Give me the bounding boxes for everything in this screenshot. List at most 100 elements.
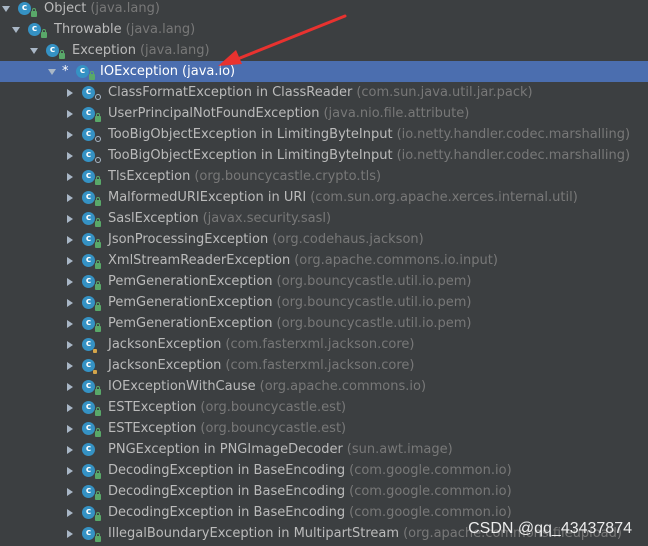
tree-node-child[interactable]: c IOExceptionWithCause (org.apache.commons… bbox=[0, 376, 648, 397]
collapse-arrow-icon[interactable] bbox=[64, 523, 76, 544]
node-package: (com.google.common.io) bbox=[349, 463, 512, 478]
node-package: (org.codehaus.jackson) bbox=[272, 232, 424, 247]
node-package: (org.bouncycastle.crypto.tls) bbox=[194, 169, 382, 184]
collapse-arrow-icon[interactable] bbox=[64, 250, 76, 271]
tree-node-child[interactable]: c UserPrincipalNotFoundException (java.nio… bbox=[0, 103, 648, 124]
collapse-arrow-icon[interactable] bbox=[64, 313, 76, 334]
node-name: IOException bbox=[100, 64, 179, 79]
tree-node-throwable[interactable]: c Throwable (java.lang) bbox=[0, 19, 648, 40]
class-icon: c bbox=[82, 379, 101, 395]
expand-arrow-icon[interactable] bbox=[10, 19, 22, 40]
class-icon: c bbox=[82, 127, 101, 143]
tree-node-child[interactable]: c ESTException (org.bouncycastle.est) bbox=[0, 397, 648, 418]
type-hierarchy-tree: c Object (java.lang) c Throwable (java.l… bbox=[0, 0, 648, 546]
collapse-arrow-icon[interactable] bbox=[64, 460, 76, 481]
node-name: PemGenerationException bbox=[108, 274, 273, 289]
node-name: ESTException bbox=[108, 400, 197, 415]
expand-arrow-icon[interactable] bbox=[0, 0, 12, 19]
node-package: (com.sun.java.util.jar.pack) bbox=[356, 85, 533, 100]
class-icon: c bbox=[82, 85, 101, 101]
node-name: TooBigObjectException in LimitingByteInp… bbox=[108, 127, 393, 142]
collapse-arrow-icon[interactable] bbox=[64, 187, 76, 208]
collapse-arrow-icon[interactable] bbox=[64, 355, 76, 376]
node-name: PemGenerationException bbox=[108, 295, 273, 310]
tree-node-child[interactable]: c PemGenerationException (org.bouncycastle… bbox=[0, 292, 648, 313]
tree-node-child[interactable]: c TlsException (org.bouncycastle.crypto.tl… bbox=[0, 166, 648, 187]
node-name: DecodingException in BaseEncoding bbox=[108, 463, 346, 478]
node-name: JsonProcessingException bbox=[108, 232, 269, 247]
collapse-arrow-icon[interactable] bbox=[64, 82, 76, 103]
node-package: (javax.security.sasl) bbox=[202, 211, 332, 226]
class-icon: c bbox=[82, 421, 101, 437]
tree-node-ioexception[interactable]: * c IOException (java.io) bbox=[0, 61, 648, 82]
class-icon: c bbox=[82, 148, 101, 164]
collapse-arrow-icon[interactable] bbox=[64, 145, 76, 166]
class-icon: c bbox=[82, 337, 98, 353]
node-name: TooBigObjectException in LimitingByteInp… bbox=[108, 148, 393, 163]
collapse-arrow-icon[interactable] bbox=[64, 124, 76, 145]
collapse-arrow-icon[interactable] bbox=[64, 334, 76, 355]
node-name: TlsException bbox=[108, 169, 191, 184]
tree-node-child[interactable]: c DecodingException in BaseEncoding (com.g… bbox=[0, 460, 648, 481]
collapse-arrow-icon[interactable] bbox=[64, 376, 76, 397]
node-name: IllegalBoundaryException in MultipartStr… bbox=[108, 526, 400, 541]
current-marker: * bbox=[62, 64, 69, 79]
class-icon: c bbox=[82, 169, 101, 185]
class-icon: c bbox=[82, 484, 101, 500]
node-package: (java.lang) bbox=[139, 43, 210, 58]
collapse-arrow-icon[interactable] bbox=[64, 439, 76, 460]
collapse-arrow-icon[interactable] bbox=[64, 103, 76, 124]
class-icon: c bbox=[82, 442, 98, 458]
collapse-arrow-icon[interactable] bbox=[64, 208, 76, 229]
node-name: JacksonException bbox=[108, 358, 222, 373]
class-icon: c bbox=[82, 463, 101, 479]
expand-arrow-icon[interactable] bbox=[28, 40, 40, 61]
expand-arrow-icon[interactable] bbox=[46, 61, 58, 82]
tree-node-child[interactable]: c MalformedURIException in URI (com.sun.or… bbox=[0, 187, 648, 208]
tree-node-child[interactable]: c PNGException in PNGImageDecoder (sun.awt… bbox=[0, 439, 648, 460]
node-name: ClassFormatException in ClassReader bbox=[108, 85, 353, 100]
node-name: JacksonException bbox=[108, 337, 222, 352]
tree-node-child[interactable]: c DecodingException in BaseEncoding (com.g… bbox=[0, 481, 648, 502]
tree-node-child[interactable]: c SaslException (javax.security.sasl) bbox=[0, 208, 648, 229]
node-package: (org.bouncycastle.est) bbox=[200, 400, 347, 415]
tree-node-object[interactable]: c Object (java.lang) bbox=[0, 0, 648, 19]
class-icon: c bbox=[28, 22, 47, 38]
collapse-arrow-icon[interactable] bbox=[64, 397, 76, 418]
collapse-arrow-icon[interactable] bbox=[64, 418, 76, 439]
class-icon: c bbox=[82, 358, 98, 374]
tree-node-child[interactable]: c TooBigObjectException in LimitingByteIn… bbox=[0, 145, 648, 166]
collapse-arrow-icon[interactable] bbox=[64, 292, 76, 313]
node-name: MalformedURIException in URI bbox=[108, 190, 307, 205]
class-icon: c bbox=[18, 1, 37, 17]
tree-node-child[interactable]: c ESTException (org.bouncycastle.est) bbox=[0, 418, 648, 439]
node-package: (sun.awt.image) bbox=[346, 442, 453, 457]
tree-node-child[interactable]: c PemGenerationException (org.bouncycastle… bbox=[0, 313, 648, 334]
collapse-arrow-icon[interactable] bbox=[64, 229, 76, 250]
node-package: (org.bouncycastle.util.io.pem) bbox=[276, 295, 472, 310]
tree-node-child[interactable]: c JacksonException (com.fasterxml.jackson.… bbox=[0, 334, 648, 355]
class-icon: c bbox=[82, 253, 101, 269]
node-name: XmlStreamReaderException bbox=[108, 253, 291, 268]
node-name: SaslException bbox=[108, 211, 199, 226]
node-package: (com.fasterxml.jackson.core) bbox=[225, 337, 415, 352]
collapse-arrow-icon[interactable] bbox=[64, 481, 76, 502]
collapse-arrow-icon[interactable] bbox=[64, 166, 76, 187]
tree-node-child[interactable]: c JsonProcessingException (org.codehaus.ja… bbox=[0, 229, 648, 250]
class-icon: c bbox=[82, 295, 101, 311]
node-package: (java.nio.file.attribute) bbox=[323, 106, 470, 121]
tree-node-child[interactable]: c PemGenerationException (org.bouncycastle… bbox=[0, 271, 648, 292]
node-name: PemGenerationException bbox=[108, 316, 273, 331]
collapse-arrow-icon[interactable] bbox=[64, 271, 76, 292]
tree-node-child[interactable]: c ClassFormatException in ClassReader (com… bbox=[0, 82, 648, 103]
class-icon: c bbox=[76, 64, 95, 80]
node-name: Exception bbox=[72, 43, 136, 58]
tree-node-child[interactable]: c TooBigObjectException in LimitingByteIn… bbox=[0, 124, 648, 145]
node-package: (io.netty.handler.codec.marshalling) bbox=[396, 127, 631, 142]
node-package: (com.google.common.io) bbox=[349, 484, 512, 499]
class-icon: c bbox=[82, 400, 101, 416]
collapse-arrow-icon[interactable] bbox=[64, 502, 76, 523]
tree-node-exception[interactable]: c Exception (java.lang) bbox=[0, 40, 648, 61]
tree-node-child[interactable]: c XmlStreamReaderException (org.apache.com… bbox=[0, 250, 648, 271]
tree-node-child[interactable]: c JacksonException (com.fasterxml.jackson.… bbox=[0, 355, 648, 376]
